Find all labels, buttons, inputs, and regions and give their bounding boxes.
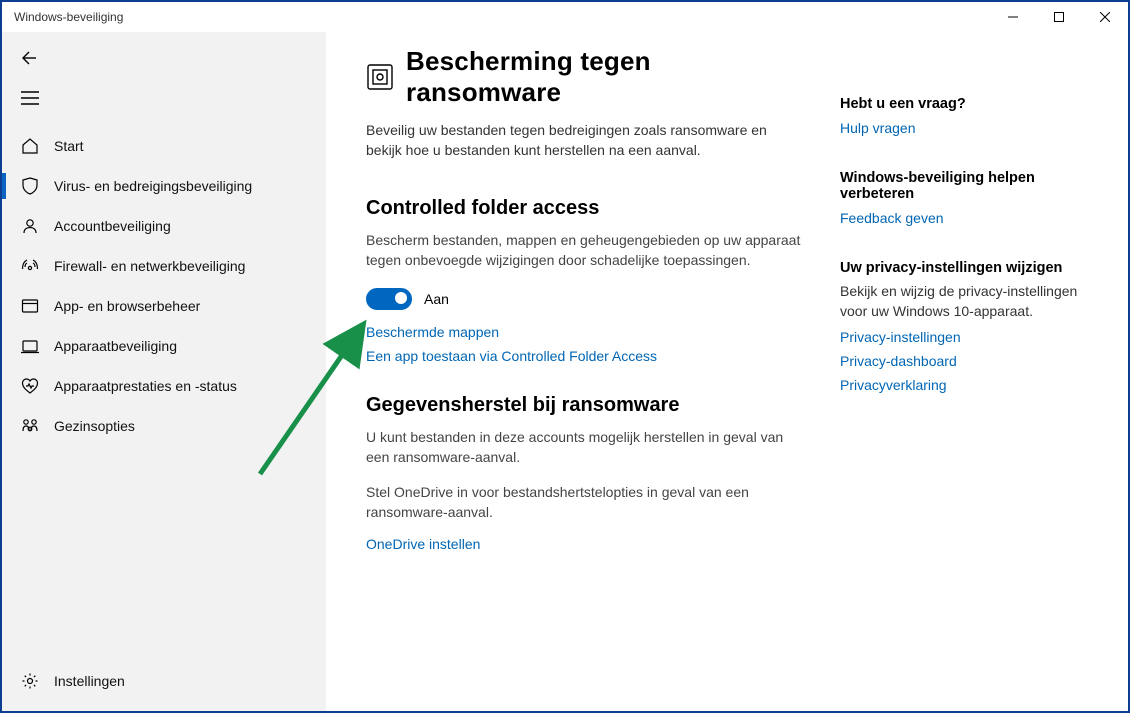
hamburger-button[interactable] [2,78,326,118]
recovery-heading: Gegevensherstel bij ransomware [366,394,806,417]
close-button[interactable] [1082,2,1128,32]
sidebar-item-label: Apparaatprestaties en -status [54,378,237,394]
minimize-button[interactable] [990,2,1036,32]
link-allow-app[interactable]: Een app toestaan via Controlled Folder A… [366,348,806,364]
page-lead: Beveilig uw bestanden tegen bedreigingen… [366,120,806,161]
health-icon [20,376,40,396]
feedback-block: Windows-beveiliging helpen verbeteren Fe… [840,170,1100,226]
sidebar-item-label: Start [54,138,84,154]
app-window-icon [20,296,40,316]
window-title: Windows-beveiliging [14,10,123,24]
sidebar-item-appbrowser[interactable]: App- en browserbeheer [2,286,326,326]
sidebar-item-device[interactable]: Apparaatbeveiliging [2,326,326,366]
sidebar-item-label: Gezinsopties [54,418,135,434]
ransomware-icon [366,63,394,91]
cfa-toggle[interactable] [366,288,412,310]
link-get-help[interactable]: Hulp vragen [840,120,1100,136]
network-icon [20,256,40,276]
link-privacy-dashboard[interactable]: Privacy-dashboard [840,353,1100,369]
link-privacy-statement[interactable]: Privacyverklaring [840,377,1100,393]
link-give-feedback[interactable]: Feedback geven [840,210,1100,226]
sidebar-item-home[interactable]: Start [2,126,326,166]
section-controlled-folder-access: Controlled folder access Bescherm bestan… [366,197,806,365]
chip-icon [20,336,40,356]
shield-icon [20,176,40,196]
family-icon [20,416,40,436]
recovery-onedrive-hint: Stel OneDrive in voor bestandshertstelop… [366,482,806,523]
sidebar-item-label: App- en browserbeheer [54,298,200,314]
help-heading: Hebt u een vraag? [840,96,1100,112]
sidebar-item-performance[interactable]: Apparaatprestaties en -status [2,366,326,406]
sidebar-item-family[interactable]: Gezinsopties [2,406,326,446]
sidebar-item-settings[interactable]: Instellingen [2,661,326,701]
back-button[interactable] [2,38,326,78]
privacy-heading: Uw privacy-instellingen wijzigen [840,260,1100,276]
sidebar-item-firewall[interactable]: Firewall- en netwerkbeveiliging [2,246,326,286]
sidebar-item-label: Apparaatbeveiliging [54,338,177,354]
maximize-button[interactable] [1036,2,1082,32]
recovery-description: U kunt bestanden in deze accounts mogeli… [366,427,806,468]
person-icon [20,216,40,236]
sidebar-item-account[interactable]: Accountbeveiliging [2,206,326,246]
link-privacy-settings[interactable]: Privacy-instellingen [840,329,1100,345]
home-icon [20,136,40,156]
sidebar-item-label: Instellingen [54,673,125,689]
gear-icon [20,671,40,691]
cfa-toggle-label: Aan [424,291,449,307]
sidebar-item-virus[interactable]: Virus- en bedreigingsbeveiliging [2,166,326,206]
link-protected-folders[interactable]: Beschermde mappen [366,324,806,340]
help-block: Hebt u een vraag? Hulp vragen [840,96,1100,136]
hamburger-icon [20,88,40,108]
back-arrow-icon [20,48,40,68]
cfa-description: Bescherm bestanden, mappen en geheugenge… [366,230,806,271]
cfa-heading: Controlled folder access [366,197,806,220]
sidebar-item-label: Firewall- en netwerkbeveiliging [54,258,245,274]
privacy-block: Uw privacy-instellingen wijzigen Bekijk … [840,260,1100,393]
feedback-heading: Windows-beveiliging helpen verbeteren [840,170,1100,202]
sidebar: Start Virus- en bedreigingsbeveiliging A… [2,32,326,711]
sidebar-item-label: Accountbeveiliging [54,218,171,234]
link-setup-onedrive[interactable]: OneDrive instellen [366,536,806,552]
page-title: Bescherming tegen ransomware [406,46,806,108]
section-ransomware-recovery: Gegevensherstel bij ransomware U kunt be… [366,394,806,552]
sidebar-item-label: Virus- en bedreigingsbeveiliging [54,178,252,194]
privacy-description: Bekijk en wijzig de privacy-instellingen… [840,282,1100,321]
